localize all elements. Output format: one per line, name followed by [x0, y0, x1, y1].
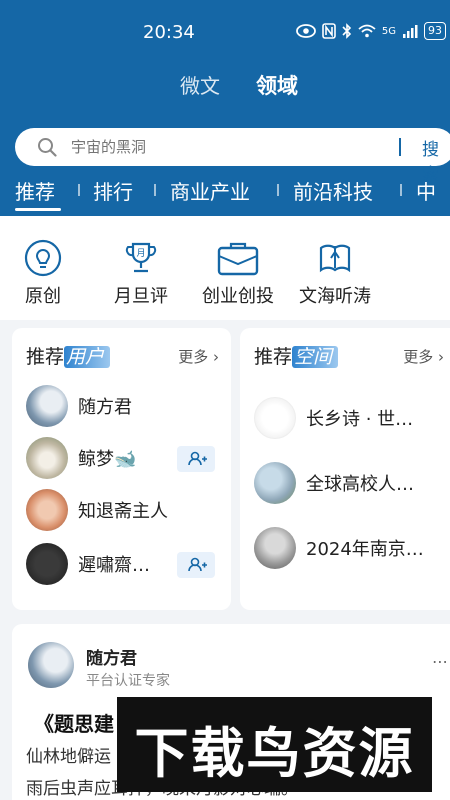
user-name: 随方君 [78, 397, 132, 418]
category-tab-recommend[interactable]: 推荐 [15, 176, 55, 205]
quick-link-wenhai[interactable]: 文海听涛 [294, 238, 376, 308]
author-avatar[interactable] [28, 642, 74, 688]
more-label: 更多 [403, 348, 434, 366]
search-bar[interactable]: 搜索 [15, 128, 450, 185]
space-row[interactable]: 长乡诗 · 世… [254, 396, 448, 440]
category-tab-more[interactable]: 中 [416, 176, 436, 205]
avatar [26, 543, 68, 585]
app-header: 20:34 5G 93 微文 领域 搜索 推荐 排行 商业产业 前沿科技 中 [0, 0, 450, 216]
quick-link-label: 创业创投 [202, 286, 274, 307]
user-row[interactable]: 知退斋主人 [26, 488, 168, 532]
nfc-icon [322, 23, 336, 39]
quick-link-original[interactable]: 原创 [18, 238, 68, 308]
card-title-prefix: 推荐 [26, 346, 65, 368]
user-name: 遲嘯齋… [78, 555, 150, 576]
quick-link-yuedanping[interactable]: 月 月旦评 [108, 238, 174, 308]
avatar [26, 385, 68, 427]
category-divider [400, 184, 402, 196]
top-tabs: 微文 领域 [0, 70, 450, 102]
bulb-icon [24, 239, 62, 277]
post-title: 《题思建 [34, 712, 114, 736]
avatar [26, 489, 68, 531]
follow-button[interactable] [177, 552, 215, 578]
chevron-right-icon: › [438, 348, 444, 366]
status-icons: 5G 93 [295, 22, 446, 40]
category-divider [154, 184, 156, 196]
card-title: 推荐 空间 [254, 342, 339, 369]
tab-weiwen[interactable]: 微文 [180, 70, 220, 99]
search-divider [399, 138, 401, 156]
watermark-text: 下载鸟资源 [134, 722, 415, 785]
quick-links: 原创 月 月旦评 创业创投 文海听涛 [0, 216, 450, 320]
quick-link-label: 月旦评 [114, 286, 168, 307]
more-options-icon[interactable]: ⋯ [432, 652, 448, 671]
more-users-link[interactable]: 更多 › [178, 346, 219, 367]
card-title-highlight: 空间 [292, 346, 339, 368]
card-title-prefix: 推荐 [254, 346, 293, 368]
eye-icon [295, 24, 316, 38]
battery-indicator: 93 [424, 22, 446, 40]
active-tab-indicator [15, 208, 61, 211]
status-time: 20:34 [143, 22, 195, 43]
recommended-users-card: 推荐 用户 更多 › 随方君 鲸梦🐋 知退斋主人 遲嘯齋… [12, 328, 231, 610]
network-label: 5G [381, 25, 396, 37]
post-text-line: 仙林地僻运 [26, 747, 111, 767]
space-row[interactable]: 全球高校人… [254, 461, 448, 505]
space-name: 全球高校人… [306, 474, 414, 495]
add-user-icon [188, 557, 207, 572]
category-tab-ranking[interactable]: 排行 [93, 176, 133, 205]
signal-icon [403, 25, 418, 38]
user-name: 鲸梦🐋 [78, 449, 137, 470]
book-icon [319, 244, 351, 273]
avatar [254, 397, 296, 439]
chevron-right-icon: › [213, 348, 219, 366]
more-spaces-link[interactable]: 更多 › [403, 346, 444, 367]
search-icon [38, 138, 57, 157]
briefcase-icon [217, 242, 259, 276]
watermark-overlay: 下载鸟资源 [117, 697, 432, 792]
wifi-icon [358, 24, 376, 38]
status-bar: 20:34 5G 93 [0, 0, 450, 66]
follow-button[interactable] [177, 446, 215, 472]
user-name: 知退斋主人 [78, 501, 168, 522]
tab-lingyu[interactable]: 领域 [256, 70, 298, 100]
recommended-spaces-card: 推荐 空间 更多 › 长乡诗 · 世… 全球高校人… 2024年南京… [240, 328, 450, 610]
space-row[interactable]: 2024年南京… [254, 526, 448, 570]
quick-link-label: 原创 [25, 286, 61, 307]
category-tab-business[interactable]: 商业产业 [170, 176, 250, 205]
category-divider [78, 184, 80, 196]
post-author-role: 平台认证专家 [86, 673, 170, 689]
card-title-highlight: 用户 [64, 346, 111, 368]
post-author[interactable]: 随方君 [86, 644, 137, 669]
space-name: 2024年南京… [306, 539, 424, 560]
category-tab-tech[interactable]: 前沿科技 [293, 176, 373, 205]
more-label: 更多 [178, 348, 209, 366]
quick-link-startup[interactable]: 创业创投 [196, 238, 280, 308]
svg-text:月: 月 [136, 248, 145, 259]
avatar [26, 437, 68, 479]
add-user-icon [188, 451, 207, 466]
category-divider [277, 184, 279, 196]
bluetooth-icon [342, 23, 352, 39]
user-row[interactable]: 随方君 [26, 384, 132, 428]
search-input[interactable] [71, 134, 371, 160]
card-title: 推荐 用户 [26, 342, 111, 369]
quick-link-label: 文海听涛 [299, 286, 371, 307]
avatar [254, 527, 296, 569]
avatar [254, 462, 296, 504]
space-name: 长乡诗 · 世… [306, 409, 414, 430]
trophy-icon: 月 [125, 242, 157, 273]
user-row[interactable]: 遲嘯齋… [26, 542, 202, 586]
category-tabs: 推荐 排行 商业产业 前沿科技 中 [0, 172, 450, 216]
